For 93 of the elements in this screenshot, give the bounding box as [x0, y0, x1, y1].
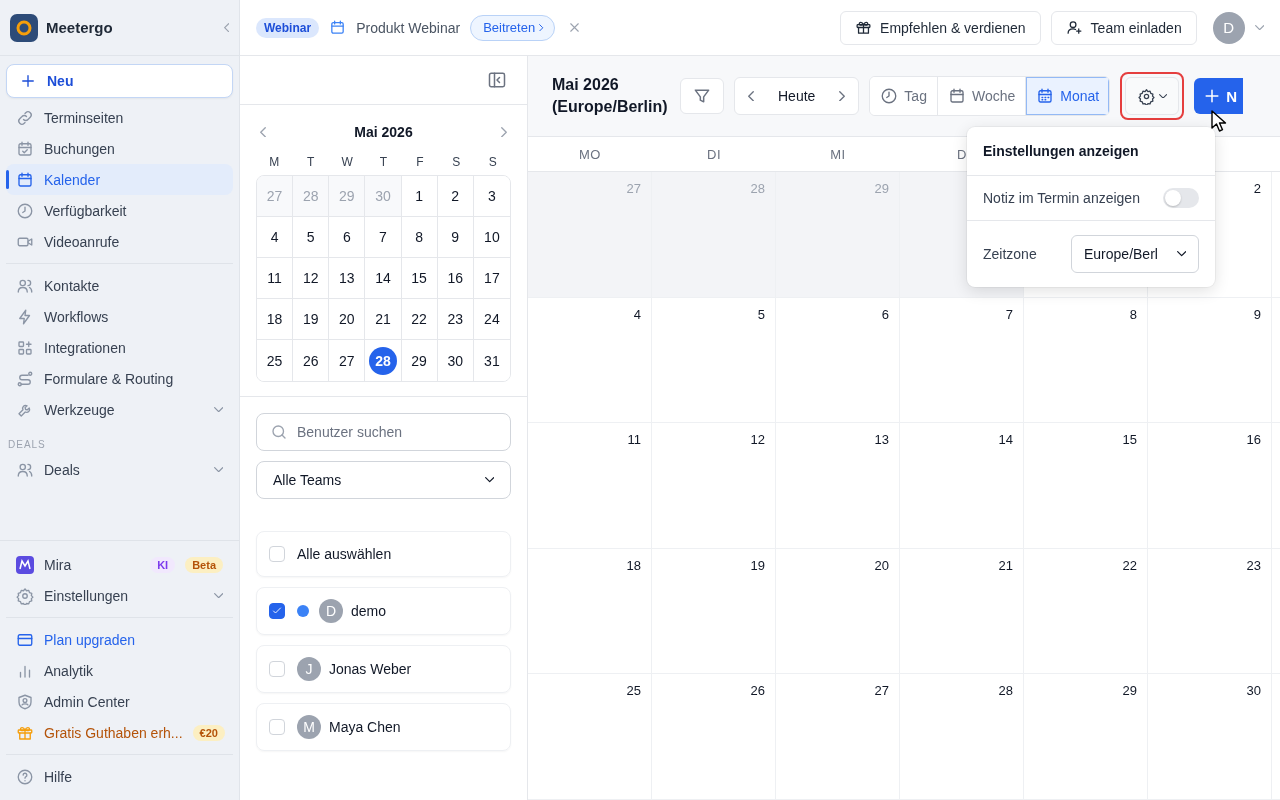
weekday-label: MI [830, 146, 846, 162]
day-number: 14 [998, 432, 1013, 448]
day-number: 16 [446, 269, 465, 288]
day-number: 25 [265, 351, 284, 371]
day-number: 10 [483, 228, 501, 247]
day-number: 30 [374, 187, 392, 206]
day-number: 29 [874, 181, 889, 196]
day-number: 11 [266, 269, 283, 288]
day-number: 16 [1246, 432, 1261, 448]
day-number: 4 [269, 228, 280, 247]
day-number: 27 [874, 683, 889, 699]
day-number: 8 [414, 228, 424, 247]
day-number: 2 [450, 187, 461, 206]
day-number: 18 [265, 310, 284, 329]
user-name: Maya Chen [329, 719, 401, 735]
day-number: 24 [483, 310, 501, 329]
day-number: 30 [1246, 683, 1261, 699]
user-name: Jonas Weber [329, 661, 412, 677]
user-avatar: D [319, 599, 343, 623]
day-number: 21 [374, 310, 392, 329]
day-number: 27 [265, 187, 284, 206]
weekday-label: D [957, 146, 967, 162]
calendar-title: Mai 2026 (Europe/Berlin) [552, 75, 669, 117]
weekday-label: MO [579, 146, 601, 162]
day-number: 22 [410, 310, 428, 329]
day-number: 6 [881, 306, 889, 322]
day-number: 9 [450, 228, 461, 247]
day-number: 5 [757, 306, 765, 322]
day-number: 23 [1246, 557, 1261, 573]
badge: €20 [192, 724, 225, 741]
day-number: 25 [626, 683, 641, 699]
brand-name: Meetergo [46, 19, 114, 36]
day-number: 19 [750, 557, 765, 573]
day-number: 8 [1129, 306, 1137, 322]
weekday-label: W [340, 155, 354, 169]
day-number: 22 [1122, 557, 1137, 573]
weekday-label: DI [707, 146, 721, 162]
event-title: Produkt Webinar [356, 19, 461, 36]
badge: KI [150, 556, 176, 573]
day-number: 20 [338, 310, 356, 329]
weekday-label: S [487, 155, 498, 169]
day-number: 15 [1122, 432, 1137, 448]
weekday-label: T [305, 155, 316, 169]
day-number: 1 [414, 187, 424, 206]
day-number: 12 [750, 432, 765, 448]
menu-title: Einstellungen anzeigen [983, 143, 1139, 159]
weekday-label: T [378, 155, 389, 169]
day-number: 14 [374, 269, 392, 288]
badge: Beta [185, 556, 223, 573]
day-number: 30 [446, 351, 465, 371]
day-number: 21 [998, 557, 1013, 573]
day-number: 28 [750, 181, 765, 196]
day-number: 29 [338, 187, 356, 206]
select-all-label: Alle auswählen [297, 546, 392, 562]
day-number: 2 [1253, 181, 1261, 196]
day-number: 26 [750, 683, 765, 699]
day-number: 18 [626, 557, 641, 573]
timezone-label: Zeitzone [983, 246, 1037, 262]
month-title: Mai 2026 [354, 124, 413, 140]
day-number: 3 [487, 187, 497, 206]
user-avatar: J [297, 657, 321, 681]
day-number: 31 [483, 351, 501, 371]
day-number: 23 [446, 310, 465, 329]
day-number: 12 [301, 269, 320, 288]
day-number: 4 [633, 306, 641, 322]
weekday-label: S [451, 155, 462, 169]
day-number: 28 [301, 187, 320, 206]
user-avatar: M [297, 715, 321, 739]
day-number: 7 [378, 228, 388, 247]
weekday-label: F [415, 155, 425, 169]
day-number: 29 [1122, 683, 1137, 699]
day-number: 9 [1253, 306, 1261, 322]
day-number: 15 [410, 269, 428, 288]
day-number: 27 [338, 351, 356, 371]
day-number: 7 [1005, 306, 1013, 322]
section-heading: DEALS [7, 438, 47, 452]
toggle-label: Notiz im Termin anzeigen [983, 190, 1140, 206]
day-number: 5 [305, 228, 316, 247]
day-number: 11 [627, 432, 641, 448]
day-number: 20 [874, 557, 889, 573]
day-number: 19 [301, 310, 320, 329]
event-tag: Webinar [256, 17, 320, 38]
day-number: 13 [338, 269, 356, 288]
day-number: 29 [410, 351, 428, 371]
day-number: 6 [341, 228, 352, 247]
day-number: 28 [369, 346, 397, 375]
weekday-label: M [268, 155, 281, 169]
user-name: demo [351, 603, 387, 619]
day-number: 26 [301, 351, 320, 371]
day-number: 13 [874, 432, 889, 448]
day-number: 27 [626, 181, 641, 196]
day-number: 17 [483, 269, 501, 288]
day-number: 28 [998, 683, 1013, 699]
